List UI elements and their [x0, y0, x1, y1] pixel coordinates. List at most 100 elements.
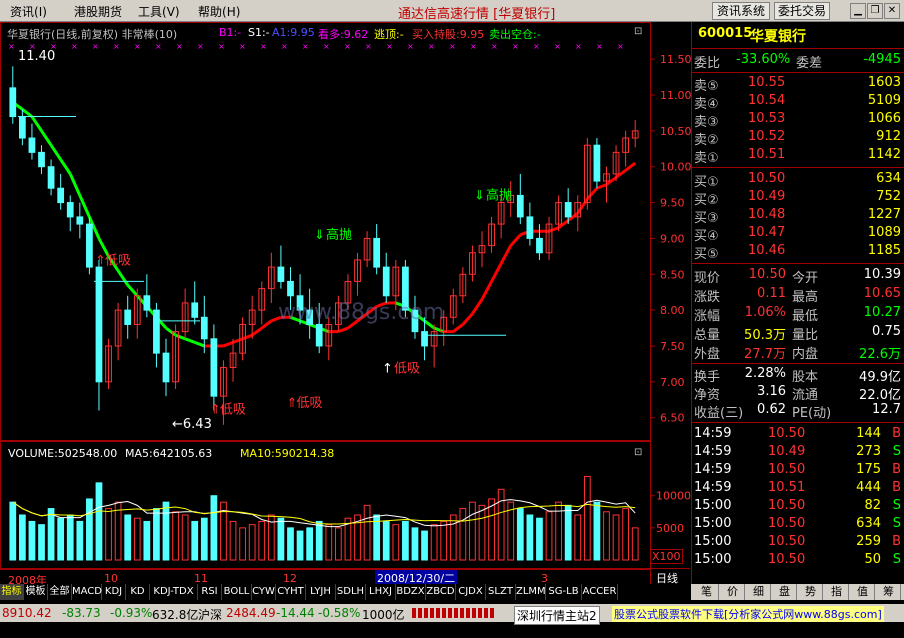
tab-bdzx[interactable]: BDZX — [396, 584, 426, 600]
right-tabs: 笔价细盘势指值筹 — [691, 584, 904, 600]
vol-panel-close-icon[interactable]: ⊡ — [634, 447, 642, 458]
bid-price: 10.47 — [748, 225, 786, 240]
tab-accer[interactable]: ACCER — [582, 584, 618, 600]
news-system-button[interactable]: 资讯系统 — [712, 2, 770, 20]
ad-link[interactable]: 股票公式股票软件下载[分析家公式网www.88gs.com] — [612, 606, 884, 622]
ma-segment — [78, 194, 91, 218]
candle-body — [57, 187, 65, 204]
legend-ma5: MA5:642105.63 — [125, 447, 213, 460]
candle-body — [86, 223, 93, 268]
menu-tools[interactable]: 工具(V) — [138, 3, 180, 20]
tab-模板[interactable]: 模板 — [24, 584, 48, 600]
volume-bar — [363, 504, 371, 561]
ask-row: 卖① 10.51 1142 — [692, 147, 904, 166]
right-tab[interactable]: 价 — [721, 584, 745, 600]
tab-kdj-tdx[interactable]: KDJ-TDX — [150, 584, 198, 600]
ask-volume: 1142 — [867, 147, 901, 162]
menu-news[interactable]: 资讯(I) — [10, 3, 47, 20]
candle-body — [76, 216, 84, 225]
fund-label: 流通 — [792, 388, 819, 403]
right-tab[interactable]: 盘 — [773, 584, 797, 600]
signal-mark: × — [239, 42, 246, 51]
volume-bar — [334, 527, 342, 561]
y-tick-label: 10.00 — [660, 161, 691, 174]
volume-bar — [28, 520, 36, 561]
tab-lhxj[interactable]: LHXJ — [366, 584, 396, 600]
ask-row: 卖② 10.52 912 — [692, 129, 904, 148]
y-tick-label: 9.00 — [660, 232, 685, 245]
tab-zbcd[interactable]: ZBCD — [426, 584, 456, 600]
tick-price: 10.51 — [768, 480, 806, 495]
volume-bar — [76, 520, 84, 561]
buy-signal-label: 低吸 — [394, 361, 420, 376]
tab-全部[interactable]: 全部 — [48, 584, 72, 600]
right-tab[interactable]: 笔 — [695, 584, 719, 600]
tab-lyjh[interactable]: LYJH — [306, 584, 336, 600]
candle-body — [38, 151, 45, 168]
tab-slzt[interactable]: SLZT — [486, 584, 516, 600]
sz-pct: -0.58% — [318, 606, 361, 620]
ratio-label: 委比 — [694, 56, 721, 71]
candle-body — [373, 237, 381, 268]
fund-value: 12.7 — [872, 402, 901, 417]
restore-icon[interactable]: ❐ — [867, 3, 883, 19]
candle-body — [536, 237, 543, 254]
quote-label: 涨跌 — [694, 290, 721, 305]
volume-bar — [411, 527, 419, 561]
tab-sdlh[interactable]: SDLH — [336, 584, 366, 600]
quote-row: 涨跌 0.11 最高 10.65 — [692, 286, 904, 305]
ma-segment — [175, 333, 186, 341]
volume-bar — [143, 520, 151, 561]
right-tab[interactable]: 指 — [825, 584, 849, 600]
panel-close-icon[interactable]: ⊡ — [634, 26, 642, 37]
signal-mark: × — [596, 42, 603, 51]
close-icon[interactable]: ✕ — [884, 3, 900, 19]
right-tab[interactable]: 筹 — [877, 584, 901, 600]
menu-hk-futures[interactable]: 港股期货 — [74, 3, 122, 20]
quote-row: 外盘 27.7万 内盘 22.6万 — [692, 343, 904, 362]
volume-bar — [593, 501, 601, 561]
tab-sg-lb[interactable]: SG-LB — [546, 584, 582, 600]
station-label[interactable]: 深圳行情主站2 — [514, 606, 600, 625]
tick-volume: 175 — [856, 462, 881, 477]
quote-value: 10.27 — [863, 305, 901, 320]
bid-label: 买⑤ — [694, 247, 719, 262]
right-tab[interactable]: 细 — [747, 584, 771, 600]
trade-button[interactable]: 委托交易 — [774, 2, 830, 20]
tab-kdj[interactable]: KDJ — [102, 584, 126, 600]
tab-kd[interactable]: KD — [126, 584, 150, 600]
tab-zlmm[interactable]: ZLMM — [516, 584, 546, 600]
tab-rsi[interactable]: RSI — [198, 584, 222, 600]
fund-label: 换手 — [694, 370, 721, 385]
ask-label: 卖④ — [694, 97, 719, 112]
quote-row: 涨幅 1.06% 最低 10.27 — [692, 305, 904, 324]
signal-mark: × — [449, 42, 456, 51]
signal-mark: × — [113, 42, 120, 51]
ma-segment — [509, 233, 522, 247]
volume-bar — [153, 508, 160, 561]
tab-指标[interactable]: 指标 — [0, 584, 24, 600]
legend-s1: S1:- — [248, 26, 270, 39]
vol-tick-label: 10000 — [656, 490, 691, 503]
signal-mark: × — [617, 42, 624, 51]
tab-cyw[interactable]: CYW — [252, 584, 276, 600]
minimize-icon[interactable]: ▁ — [850, 3, 866, 19]
ask-label: 卖⑤ — [694, 79, 719, 94]
tick-side: S — [892, 444, 901, 459]
tab-cyht[interactable]: CYHT — [276, 584, 306, 600]
tab-boll[interactable]: BOLL — [222, 584, 252, 600]
right-tab[interactable]: 值 — [851, 584, 875, 600]
tab-cjdx[interactable]: CJDX — [456, 584, 486, 600]
tick-volume: 144 — [856, 426, 881, 441]
menu-help[interactable]: 帮助(H) — [198, 3, 240, 20]
tick-row: 15:00 10.50 50 S — [692, 552, 904, 570]
volume-bar — [526, 514, 534, 561]
tick-time: 14:59 — [694, 444, 732, 459]
tab-macd[interactable]: MACD — [72, 584, 102, 600]
sell-arrow-icon: ⇓ — [474, 188, 485, 203]
ma-segment — [59, 158, 72, 175]
fund-label: PE(动) — [792, 406, 832, 421]
right-tab[interactable]: 势 — [799, 584, 823, 600]
tick-time: 14:59 — [694, 462, 732, 477]
candle-body — [47, 166, 55, 189]
